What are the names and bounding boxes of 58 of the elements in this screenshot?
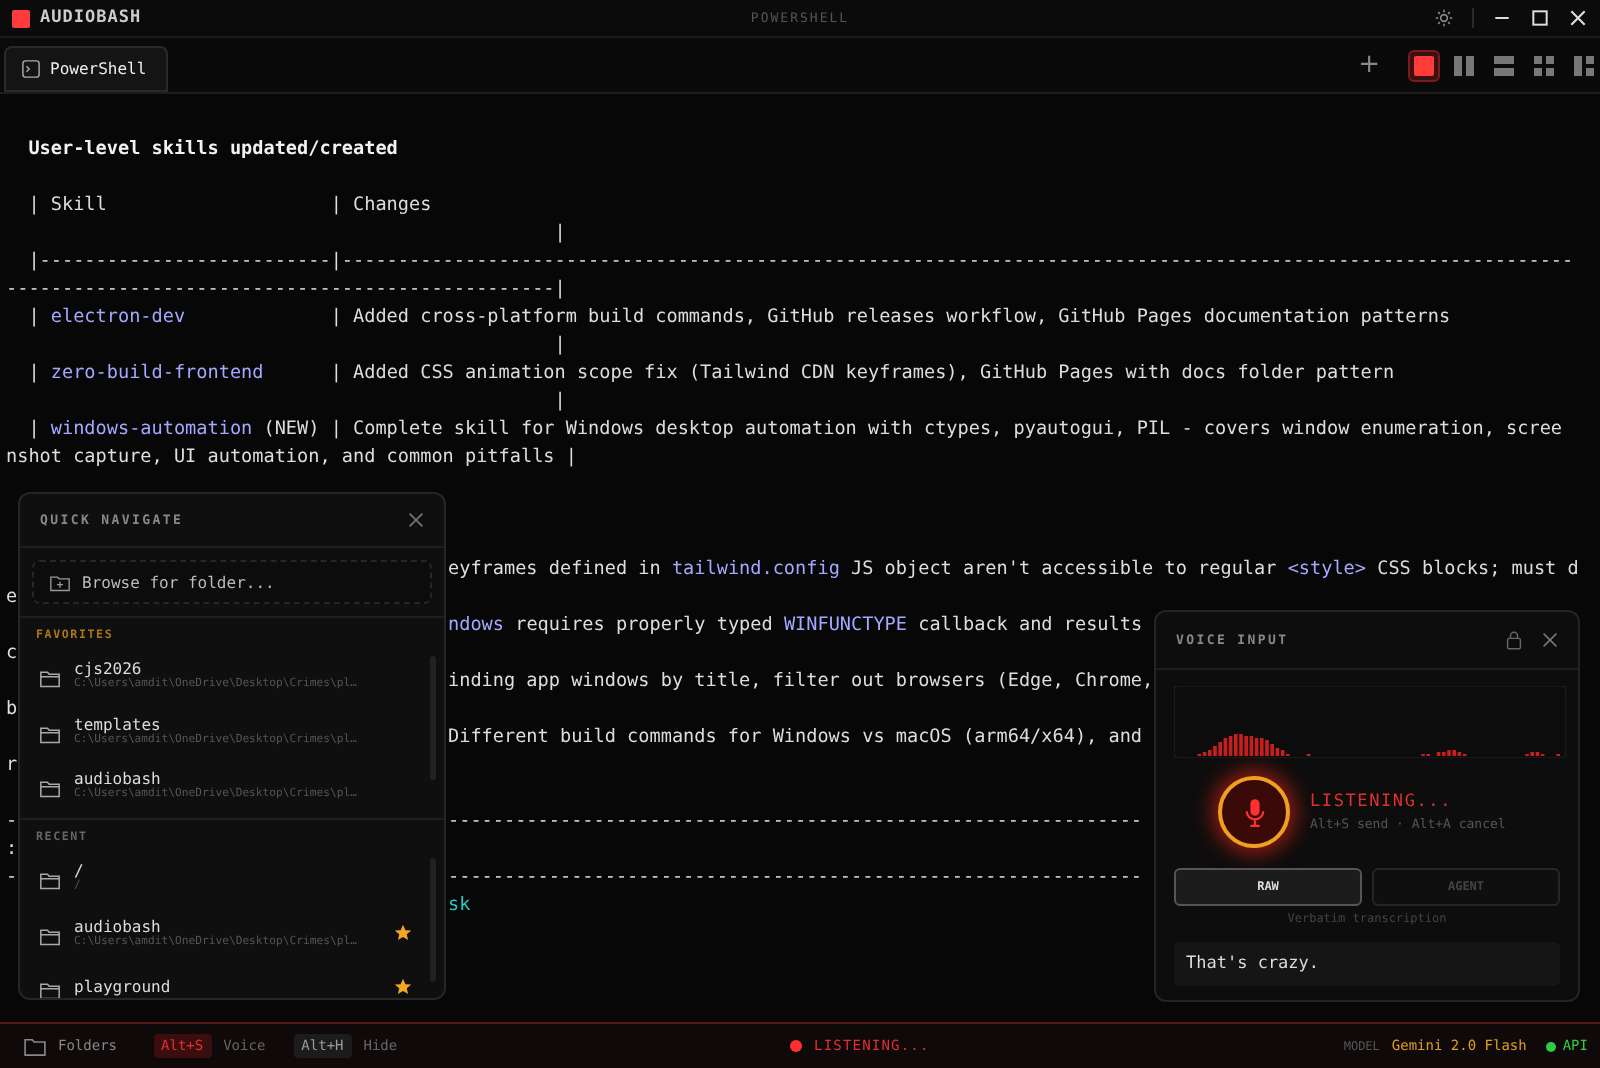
folder-icon xyxy=(40,872,60,891)
terminal-line: User-level skills updated/created xyxy=(26,136,398,164)
terminal-line: -------------------------------------------------| xyxy=(6,276,566,304)
terminal-line: | windows-automation (NEW) | Complete skill for Windows desktop automation with ctypes, pyautogui, PIL - covers window enumeration, scree xyxy=(26,416,1563,444)
terminal-line: | xyxy=(552,220,566,248)
folder-item[interactable]: playground xyxy=(20,960,444,998)
terminal-icon xyxy=(22,60,40,78)
terminal-line: | Skill | Changes xyxy=(26,192,432,220)
settings-icon[interactable] xyxy=(1434,8,1454,28)
folder-icon xyxy=(40,927,60,946)
lock-icon[interactable] xyxy=(1506,630,1522,650)
folder-name: / xyxy=(74,862,86,881)
terminal-text: e xyxy=(6,586,18,608)
app-name: AUDIOBASH xyxy=(40,8,142,28)
terminal-text: - xyxy=(6,866,18,888)
terminal-text: c xyxy=(6,642,18,664)
terminal-line: | zero-build-frontend | Added CSS animation scope fix (Tailwind CDN keyframes), GitHub Pages with docs folder pattern xyxy=(26,360,1395,388)
terminal-line: -------------------------------------------------------------- xyxy=(448,864,1143,892)
terminal-text: b xyxy=(6,698,18,720)
app-logo-icon xyxy=(12,9,30,27)
folder-name: cjs2026 xyxy=(74,660,142,679)
folder-icon xyxy=(40,725,60,744)
star-icon[interactable] xyxy=(394,923,412,942)
terminal-line: | electron-dev | Added cross-platform build commands, GitHub releases workflow, GitHub Pages documentation patterns xyxy=(26,304,1451,332)
terminal-text: r xyxy=(6,754,18,776)
microphone-button[interactable] xyxy=(1218,776,1290,848)
single-pane-layout-button[interactable] xyxy=(1408,49,1440,81)
folder-name: playground xyxy=(74,978,173,997)
maximize-icon[interactable] xyxy=(1530,8,1550,28)
browse-folder-button[interactable]: Browse for folder... xyxy=(32,560,432,604)
terminal-line: |--------------------------|-------------------------------------------------------------------------------------------------------------- xyxy=(26,248,1574,276)
folder-name: audiobash xyxy=(74,917,161,936)
star-icon[interactable] xyxy=(394,978,412,997)
folder-icon xyxy=(40,670,60,689)
folder-icon xyxy=(24,1037,46,1055)
terminal-line: Different build commands for Windows vs macOS (arm64/x64), and xyxy=(448,724,1143,752)
terminal-line: ndows requires properly typed WINFUNCTYPE callback and results xyxy=(448,612,1143,640)
new-tab-button[interactable]: + xyxy=(1350,50,1388,80)
terminal-text: - xyxy=(6,810,18,832)
terminal-text: : xyxy=(6,838,18,860)
folder-name: templates xyxy=(74,715,161,734)
terminal-line: inding app windows by title, filter out browsers (Edge, Chrome, xyxy=(448,668,1154,696)
terminal-line: -------------------------------------------------------------- xyxy=(448,808,1143,836)
terminal-line: eyframes defined in tailwind.config JS object aren't accessible to regular <style> CSS blocks; must d xyxy=(448,556,1579,584)
terminal-line: sk xyxy=(448,892,471,920)
status-dot-icon xyxy=(1546,1041,1557,1051)
terminal-tab[interactable]: PowerShell xyxy=(4,46,169,92)
recording-dot-icon xyxy=(790,1040,802,1052)
folder-icon xyxy=(40,982,60,998)
microphone-icon xyxy=(1243,797,1265,827)
terminal-line: | xyxy=(552,332,566,360)
transcript-box: That's crazy. xyxy=(1174,942,1560,986)
listening-status: LISTENING... xyxy=(1310,792,1455,812)
folder-plus-icon xyxy=(50,573,70,591)
folder-name: audiobash xyxy=(74,770,161,789)
terminal-line: nshot capture, UI automation, and common pitfalls | xyxy=(6,444,577,472)
folder-icon xyxy=(40,780,60,799)
terminal-line: | xyxy=(552,388,566,416)
